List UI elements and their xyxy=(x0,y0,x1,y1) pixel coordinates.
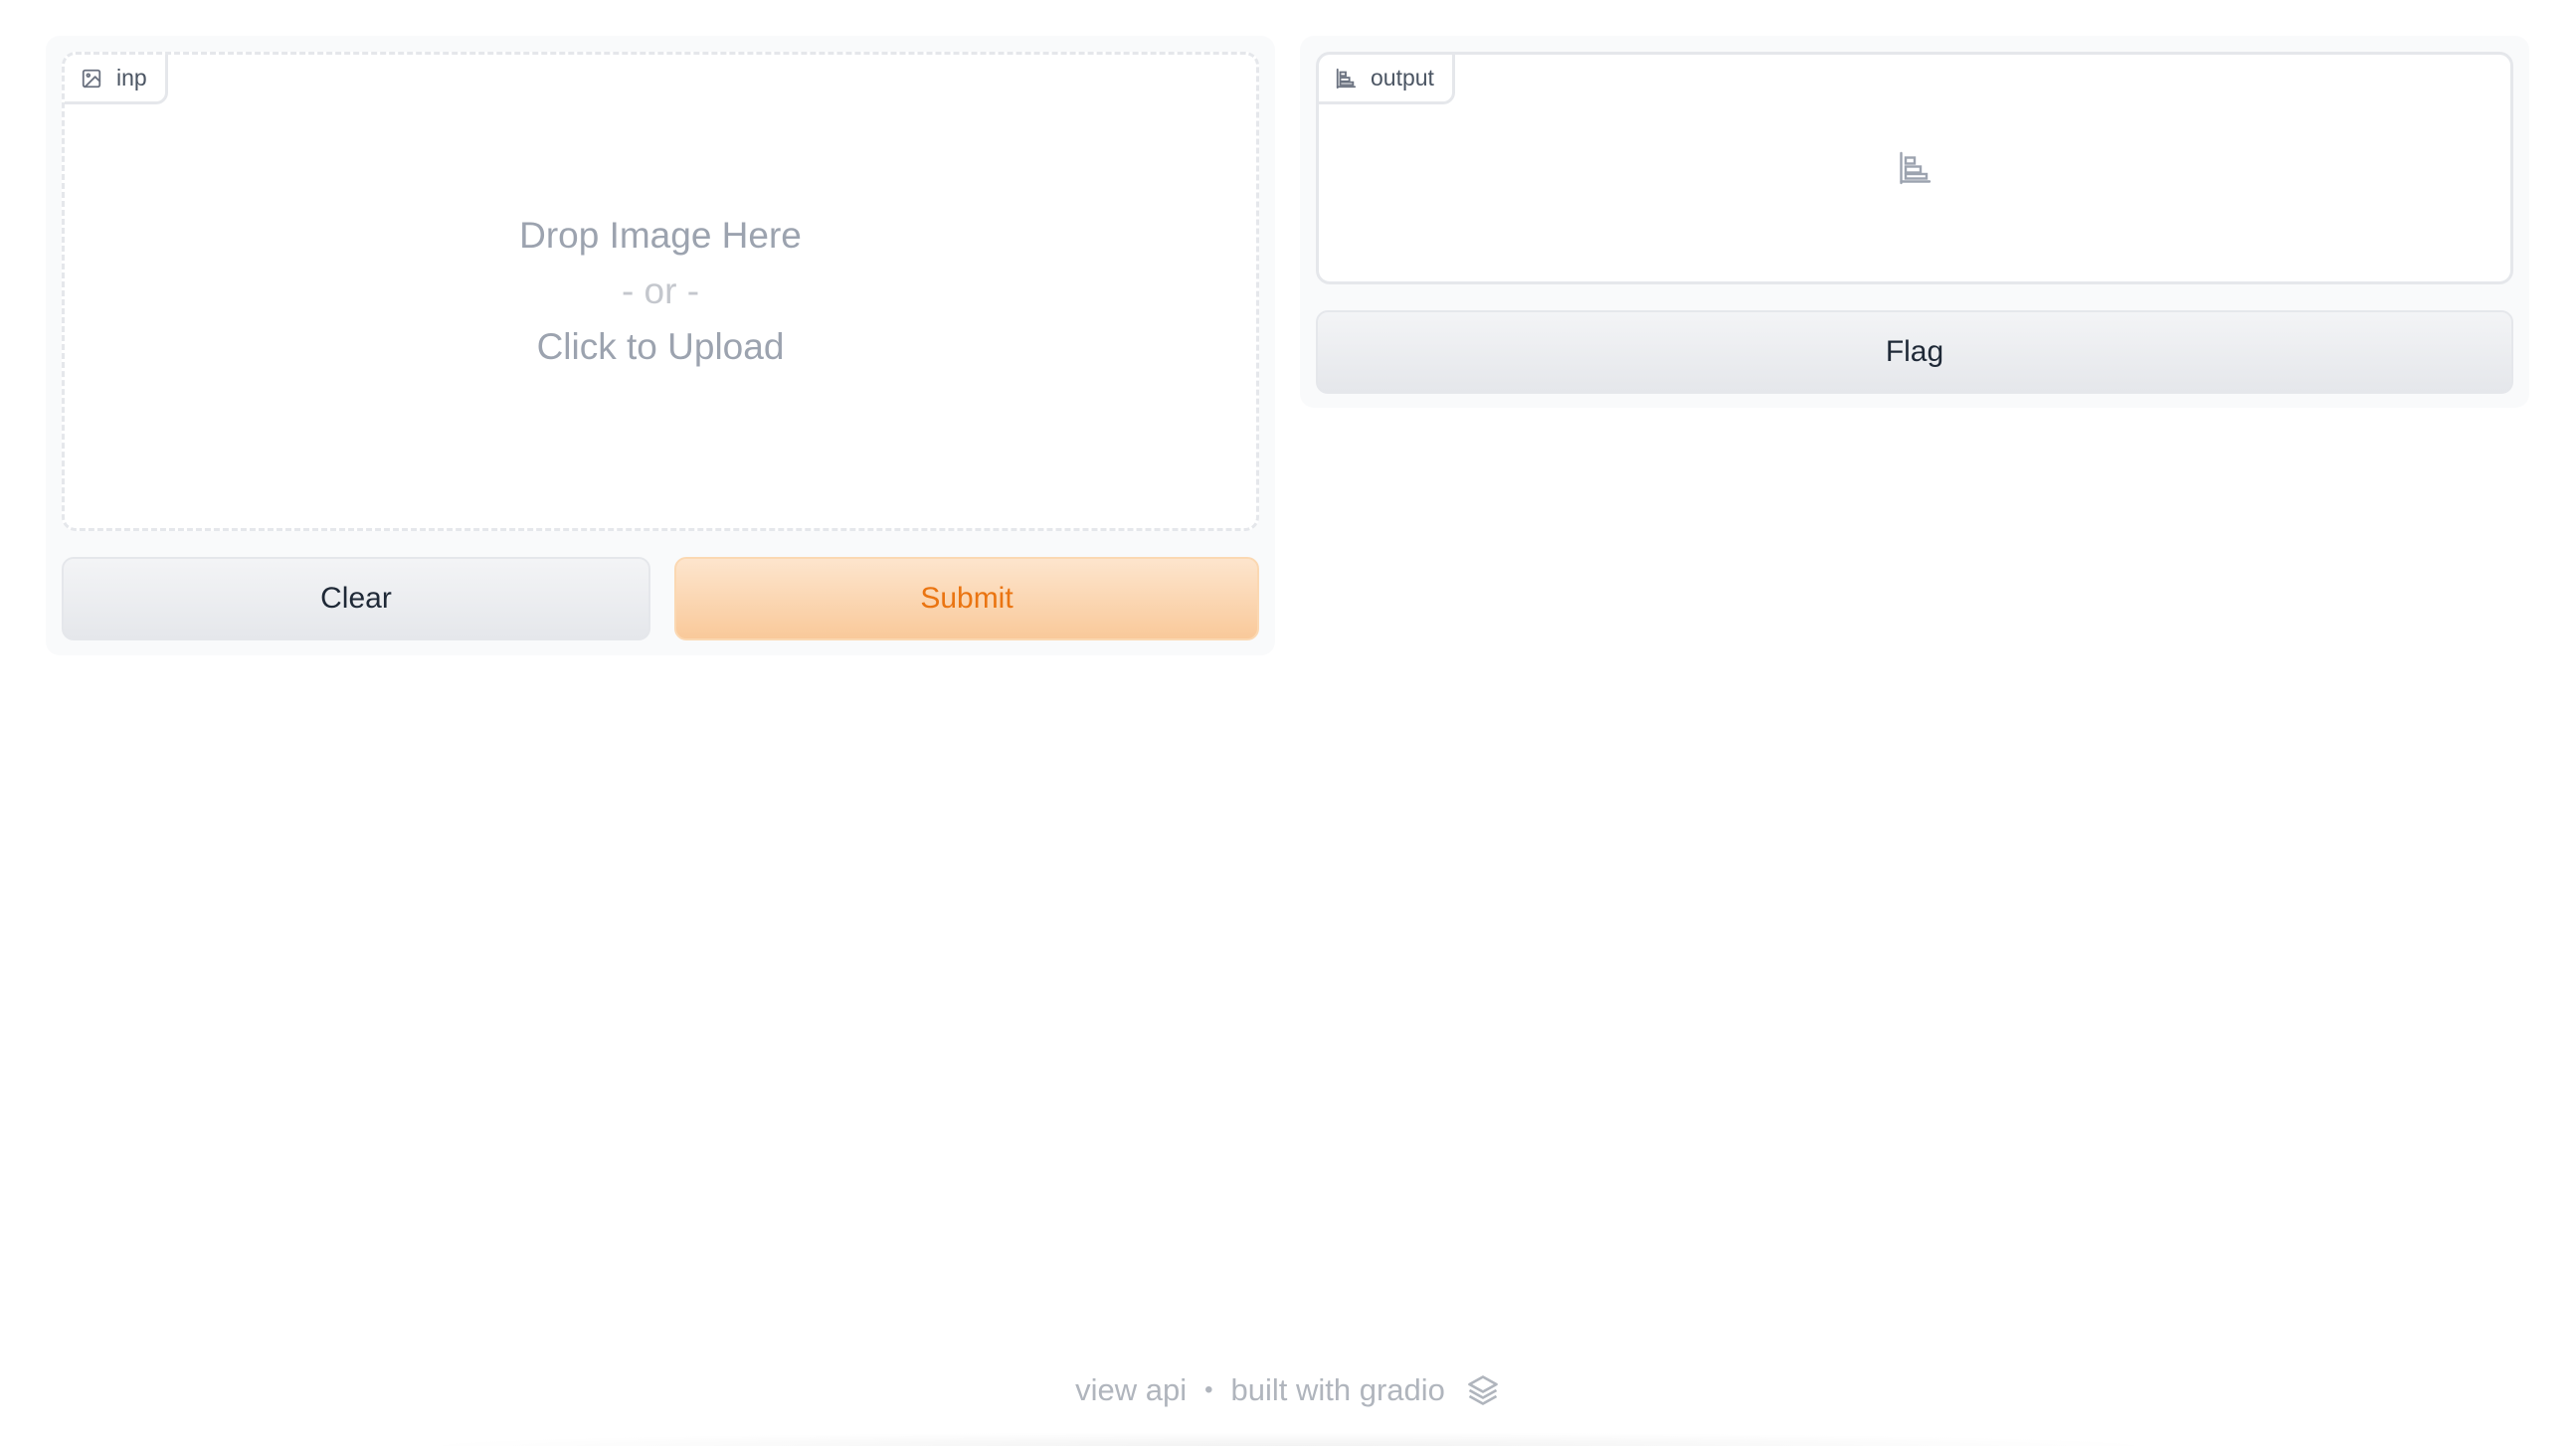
output-label: output xyxy=(1319,55,1455,104)
click-to-upload-text: Click to Upload xyxy=(536,326,785,367)
input-panel: Drop Image Here - or - Click to Upload i… xyxy=(46,36,1275,655)
image-upload-block[interactable]: Drop Image Here - or - Click to Upload i… xyxy=(62,52,1259,531)
submit-button[interactable]: Submit xyxy=(674,557,1259,640)
bar-chart-icon xyxy=(1335,68,1357,90)
or-text: - or - xyxy=(621,271,700,311)
drop-image-text: Drop Image Here xyxy=(519,215,802,256)
output-label-block: output xyxy=(1316,52,2513,284)
flag-button[interactable]: Flag xyxy=(1316,310,2513,394)
image-icon xyxy=(81,68,102,90)
gradio-app: Drop Image Here - or - Click to Upload i… xyxy=(0,0,2576,1446)
footer-shadow xyxy=(398,1432,2178,1446)
clear-button[interactable]: Clear xyxy=(62,557,650,640)
footer-separator: • xyxy=(1204,1376,1213,1403)
empty-output-bar-chart-icon xyxy=(1897,150,1932,186)
output-panel: output Flag xyxy=(1300,36,2529,408)
view-api-link[interactable]: view api xyxy=(1075,1372,1187,1408)
input-label: inp xyxy=(65,55,168,104)
footer: view api • built with gradio xyxy=(0,1372,2576,1408)
built-with-gradio-link[interactable]: built with gradio xyxy=(1231,1372,1445,1408)
gradio-logo-icon xyxy=(1465,1372,1501,1408)
output-label-text: output xyxy=(1371,65,1434,90)
input-label-text: inp xyxy=(116,65,147,90)
image-drop-zone[interactable]: Drop Image Here - or - Click to Upload xyxy=(65,55,1256,528)
